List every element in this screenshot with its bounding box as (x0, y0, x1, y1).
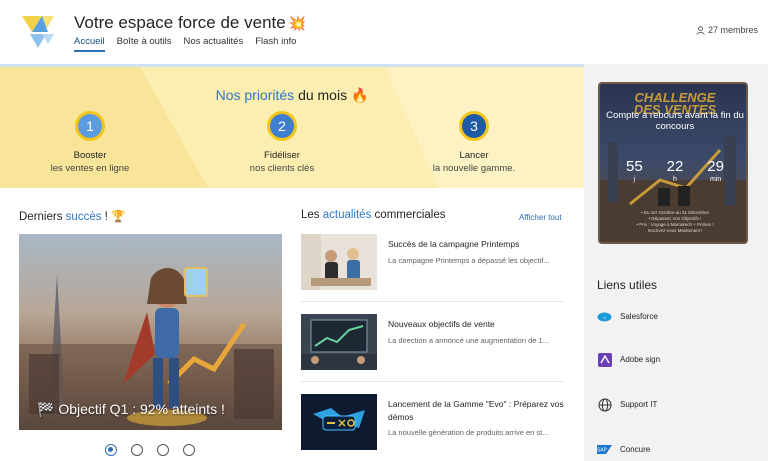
successes-title-suffix: ! (104, 211, 108, 223)
priority-item-3: 3 Lancer la nouvelle gamme. (384, 111, 564, 175)
priorities-title: Nos priorités du mois 🔥 (0, 87, 584, 104)
priorities-title-rest: du mois (298, 87, 348, 103)
priority-label-3: Lancer (459, 150, 489, 161)
site-title: Votre espace force de vente 💥 (74, 13, 306, 33)
link-label-salesforce: Salesforce (620, 312, 658, 321)
news-desc-2: La direction a annoncé une augmentation … (388, 336, 549, 345)
news-title-suffix: commerciales (374, 209, 446, 221)
link-salesforce[interactable]: sf Salesforce (597, 309, 658, 324)
news-item-3[interactable]: Lancement de la Gamme "Evo" : Préparez v… (301, 394, 564, 456)
priority-sub-3: la nouvelle gamme. (432, 163, 516, 174)
news-headline-2: Nouveaux objectifs de vente (388, 319, 495, 329)
news-item-2[interactable]: Nouveaux objectifs de vente La direction… (301, 314, 564, 376)
svg-text:sf: sf (603, 316, 606, 320)
adobe-sign-icon (597, 352, 612, 367)
priorities-band: Nos priorités du mois 🔥 1 Booster les ve… (0, 64, 584, 188)
carousel-dot-1[interactable] (105, 444, 117, 456)
countdown-days: 55 j (626, 158, 643, 183)
countdown-hours: 22 h (667, 158, 684, 183)
nav-flash-info[interactable]: Flash info (255, 36, 296, 52)
successes-title-highlight: succès (65, 211, 102, 223)
useful-links-title: Liens utiles (597, 278, 658, 292)
priority-number-3: 3 (459, 111, 489, 141)
countdown-hours-unit: h (673, 176, 677, 183)
link-label-concure: Concure (620, 445, 651, 454)
news-headline-3: Lancement de la Gamme "Evo" : Préparez v… (388, 399, 564, 422)
priority-item-2: 2 Fidéliser nos clients clés (192, 111, 372, 175)
priority-number-1: 1 (75, 111, 105, 141)
countdown-minutes: 29 min (707, 158, 724, 183)
success-hero-image[interactable]: 🏁 Objectif Q1 : 92% atteints ! (19, 234, 282, 430)
link-label-support-it: Support IT (620, 400, 658, 409)
link-concure[interactable]: SAP Concure (597, 442, 650, 457)
page: Votre espace force de vente 💥 Accueil Boî… (0, 0, 768, 461)
nav-toolbox[interactable]: Boîte à outils (117, 36, 172, 52)
news-thumbnail-3 (301, 394, 377, 450)
members-count[interactable]: 27 membres (696, 25, 758, 35)
salesforce-icon: sf (597, 309, 612, 324)
countdown-days-unit: j (633, 176, 636, 183)
priority-label-2: Fidéliser (264, 150, 300, 161)
news-divider (301, 381, 564, 382)
burst-icon: 💥 (288, 15, 307, 31)
link-adobe-sign[interactable]: Adobe sign (597, 352, 660, 367)
news-title-prefix: Les (301, 209, 320, 221)
news-title: Les actualités commerciales (301, 209, 445, 221)
challenge-fine-print: • Du 1er Octobre au 31 Décembre • Dépass… (636, 210, 714, 233)
svg-text:SAP: SAP (597, 448, 608, 454)
news-divider (301, 301, 564, 302)
priorities-title-highlight: Nos priorités (215, 87, 295, 103)
sap-icon: SAP (597, 442, 612, 457)
countdown-minutes-unit: min (710, 176, 722, 183)
site-header: Votre espace force de vente 💥 Accueil Boî… (0, 0, 768, 64)
priority-sub-2: nos clients clés (249, 163, 315, 174)
countdown-hours-value: 22 (666, 158, 684, 175)
show-all-link[interactable]: Afficher tout (519, 213, 562, 222)
site-nav: Accueil Boîte à outils Nos actualités Fl… (74, 36, 296, 52)
carousel-dot-3[interactable] (157, 444, 169, 456)
countdown-minutes-value: 29 (707, 158, 724, 175)
carousel-dots (105, 444, 195, 456)
carousel-dot-4[interactable] (183, 444, 195, 456)
successes-title: Derniers succès ! 🏆 (19, 209, 125, 223)
priority-item-1: 1 Booster les ventes en ligne (0, 111, 180, 175)
link-support-it[interactable]: Support IT (597, 397, 657, 412)
members-label: 27 membres (707, 25, 758, 35)
priority-number-2: 2 (267, 111, 297, 141)
person-icon (696, 25, 705, 35)
news-desc-3: La nouvelle génération de produits arriv… (388, 428, 549, 437)
news-thumbnail-2 (301, 314, 377, 370)
site-logo[interactable] (20, 12, 62, 54)
countdown-values: 55 j 22 h 29 min (600, 158, 746, 183)
priority-sub-1: les ventes en ligne (50, 163, 130, 174)
carousel-dot-2[interactable] (131, 444, 143, 456)
news-desc-1: La campagne Printemps a dépassé les obje… (388, 256, 550, 265)
right-sidebar: CHALLENGE DES VENTES Compte à rebours av… (584, 64, 768, 461)
site-title-text: Votre espace force de vente (74, 13, 286, 32)
news-title-highlight: actualités (322, 209, 372, 221)
news-thumbnail-1 (301, 234, 377, 290)
globe-icon (597, 397, 612, 412)
successes-title-prefix: Derniers (19, 211, 63, 223)
fire-icon: 🔥 (350, 87, 369, 103)
news-headline-1: Succès de la campagne Printemps (388, 239, 520, 249)
news-item-1[interactable]: Succès de la campagne Printemps La campa… (301, 234, 564, 296)
nav-home[interactable]: Accueil (74, 36, 105, 52)
trophy-icon: 🏆 (111, 211, 126, 223)
countdown-label: Compte à rebours avant la fin du concour… (606, 110, 744, 132)
priority-label-1: Booster (73, 150, 107, 161)
countdown-days-value: 55 (625, 158, 643, 175)
link-label-adobe-sign: Adobe sign (620, 355, 661, 364)
hero-caption: 🏁 Objectif Q1 : 92% atteints ! (37, 401, 225, 417)
challenge-countdown-card[interactable]: CHALLENGE DES VENTES Compte à rebours av… (598, 82, 748, 244)
nav-news[interactable]: Nos actualités (184, 36, 244, 52)
